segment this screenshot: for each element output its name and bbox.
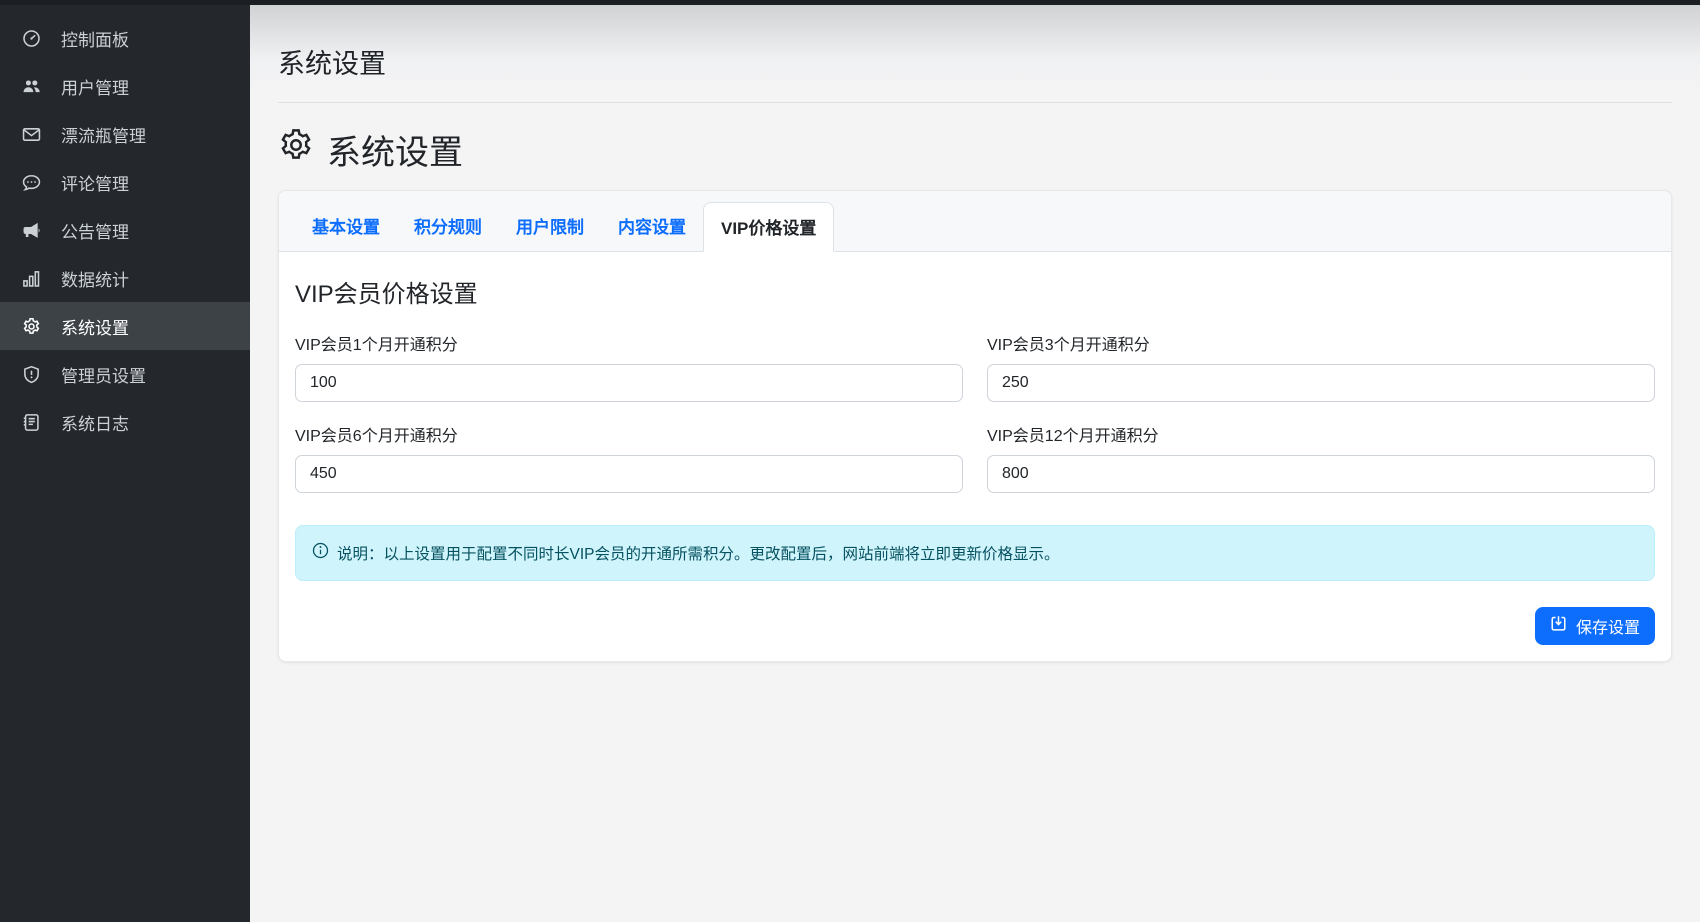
vip-price-section-title: VIP会员价格设置	[295, 274, 1655, 309]
sidebar-item-label: 系统日志	[61, 410, 129, 435]
sidebar-item-label: 系统设置	[61, 314, 129, 339]
settings-heading-text: 系统设置	[327, 125, 463, 174]
vip-price-form: VIP会员1个月开通积分 VIP会员3个月开通积分 VIP会员6个月开通积分 V…	[295, 331, 1655, 493]
sidebar-item-bottles[interactable]: 漂流瓶管理	[0, 110, 250, 158]
main-content: 系统设置 系统设置 基本设置 积分规则 用户限制 内容设置 VIP价格设置 VI…	[250, 0, 1700, 922]
vip-3-month-label: VIP会员3个月开通积分	[987, 331, 1655, 355]
vip-6-month-input[interactable]	[295, 455, 963, 493]
vip-1-month-input[interactable]	[295, 364, 963, 402]
info-alert: 说明：以上设置用于配置不同时长VIP会员的开通所需积分。更改配置后，网站前端将立…	[295, 525, 1655, 581]
sidebar-item-admin-settings[interactable]: 管理员设置	[0, 350, 250, 398]
save-icon	[1550, 615, 1567, 637]
sidebar: 控制面板 用户管理 漂流瓶管理 评论管理	[0, 0, 250, 922]
settings-card: 基本设置 积分规则 用户限制 内容设置 VIP价格设置 VIP会员价格设置 VI…	[278, 190, 1672, 662]
info-circle-icon	[312, 542, 329, 564]
info-alert-text: 说明：以上设置用于配置不同时长VIP会员的开通所需积分。更改配置后，网站前端将立…	[337, 542, 1060, 564]
journal-icon	[21, 412, 41, 432]
sidebar-item-label: 公告管理	[61, 218, 129, 243]
settings-tabs: 基本设置 积分规则 用户限制 内容设置 VIP价格设置	[295, 202, 1655, 251]
sidebar-item-label: 控制面板	[61, 26, 129, 51]
sidebar-item-label: 评论管理	[61, 170, 129, 195]
vip-3-month-input[interactable]	[987, 364, 1655, 402]
megaphone-icon	[21, 220, 41, 240]
sidebar-item-statistics[interactable]: 数据统计	[0, 254, 250, 302]
save-settings-button[interactable]: 保存设置	[1535, 607, 1655, 645]
sidebar-item-label: 数据统计	[61, 266, 129, 291]
settings-tab-bar: 基本设置 积分规则 用户限制 内容设置 VIP价格设置	[279, 191, 1671, 252]
bar-chart-icon	[21, 268, 41, 288]
sidebar-item-system-settings[interactable]: 系统设置	[0, 302, 250, 350]
tab-vip-price-settings[interactable]: VIP价格设置	[703, 202, 834, 252]
tab-content-settings[interactable]: 内容设置	[601, 202, 703, 251]
sidebar-item-label: 用户管理	[61, 74, 129, 99]
tab-points-rules[interactable]: 积分规则	[397, 202, 499, 251]
gauge-icon	[21, 28, 41, 48]
settings-tab-panel: VIP会员价格设置 VIP会员1个月开通积分 VIP会员3个月开通积分 VIP会…	[279, 252, 1671, 661]
sidebar-item-dashboard[interactable]: 控制面板	[0, 14, 250, 62]
sidebar-item-label: 漂流瓶管理	[61, 122, 146, 147]
vip-1-month-field: VIP会员1个月开通积分	[295, 331, 963, 402]
settings-heading: 系统设置	[278, 125, 1672, 174]
sidebar-item-system-logs[interactable]: 系统日志	[0, 398, 250, 446]
tab-basic-settings[interactable]: 基本设置	[295, 202, 397, 251]
vip-6-month-field: VIP会员6个月开通积分	[295, 422, 963, 493]
tab-user-limits[interactable]: 用户限制	[499, 202, 601, 251]
vip-3-month-field: VIP会员3个月开通积分	[987, 331, 1655, 402]
gear-icon	[21, 316, 41, 336]
sidebar-item-comments[interactable]: 评论管理	[0, 158, 250, 206]
sidebar-item-label: 管理员设置	[61, 362, 146, 387]
page-title: 系统设置	[278, 0, 1672, 81]
sidebar-item-users[interactable]: 用户管理	[0, 62, 250, 110]
form-actions: 保存设置	[295, 607, 1655, 645]
vip-1-month-label: VIP会员1个月开通积分	[295, 331, 963, 355]
vip-6-month-label: VIP会员6个月开通积分	[295, 422, 963, 446]
save-button-label: 保存设置	[1576, 614, 1640, 638]
envelope-icon	[21, 124, 41, 144]
vip-12-month-input[interactable]	[987, 455, 1655, 493]
sidebar-item-announcements[interactable]: 公告管理	[0, 206, 250, 254]
gear-icon	[278, 127, 314, 172]
shield-icon	[21, 364, 41, 384]
header-divider	[278, 102, 1672, 103]
top-bar	[0, 0, 1700, 5]
vip-12-month-label: VIP会员12个月开通积分	[987, 422, 1655, 446]
comment-icon	[21, 172, 41, 192]
vip-12-month-field: VIP会员12个月开通积分	[987, 422, 1655, 493]
users-icon	[21, 76, 41, 96]
